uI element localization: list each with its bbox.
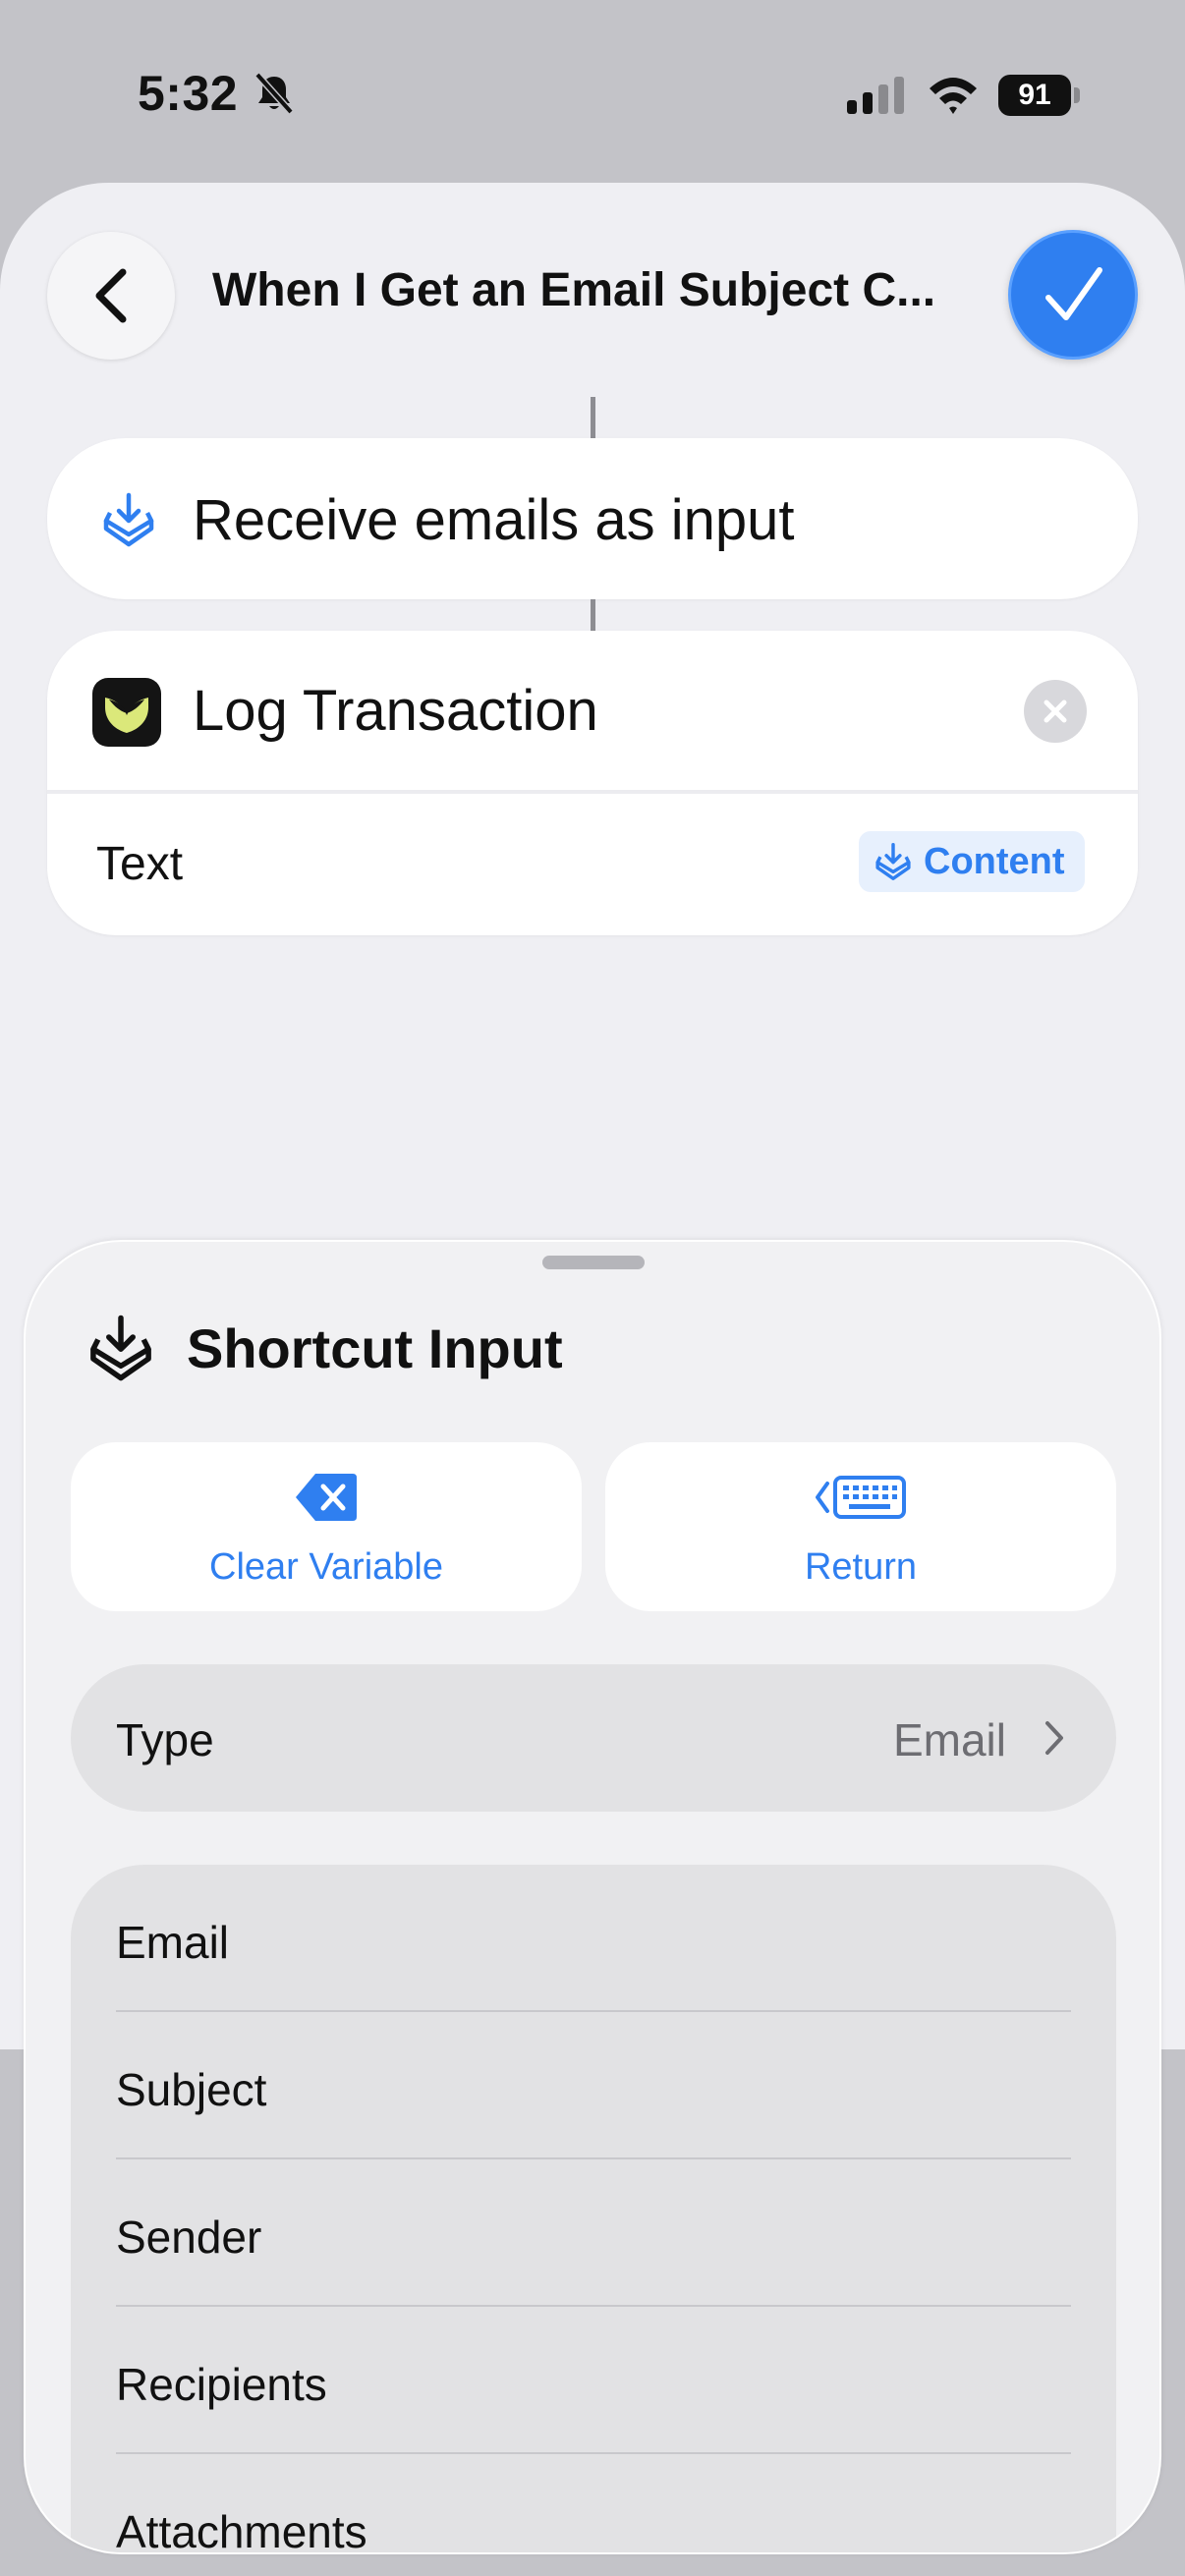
app-icon bbox=[92, 678, 161, 747]
status-time: 5:32 bbox=[138, 66, 239, 121]
close-icon bbox=[1044, 700, 1067, 723]
shortcut-input-icon bbox=[90, 1315, 151, 1381]
type-label: Type bbox=[116, 1714, 214, 1765]
log-action-label: Log Transaction bbox=[193, 679, 598, 743]
property-item-recipients[interactable]: Recipients bbox=[116, 2307, 1071, 2454]
property-item-attachments[interactable]: Attachments bbox=[116, 2454, 1071, 2554]
divider bbox=[47, 790, 1138, 794]
signal-icon bbox=[847, 77, 904, 114]
done-button[interactable] bbox=[1008, 230, 1138, 360]
property-label: Attachments bbox=[116, 2506, 367, 2554]
property-label: Subject bbox=[116, 2064, 267, 2115]
status-bar: 5:32 91 bbox=[0, 0, 1185, 187]
property-list: Email Subject Sender Recipients Attachme… bbox=[71, 1865, 1116, 2554]
checkmark-icon bbox=[1045, 267, 1102, 320]
leaf-logo-icon bbox=[105, 698, 148, 733]
clear-variable-label: Clear Variable bbox=[209, 1546, 443, 1588]
chevron-right-icon bbox=[1045, 1721, 1063, 1755]
chevron-left-icon bbox=[95, 268, 127, 323]
property-label: Sender bbox=[116, 2212, 262, 2263]
shortcut-input-icon bbox=[103, 492, 154, 547]
property-item-subject[interactable]: Subject bbox=[116, 2012, 1071, 2159]
battery-indicator: 91 bbox=[998, 75, 1081, 116]
return-button[interactable]: Return bbox=[605, 1442, 1116, 1611]
flow-connector bbox=[591, 599, 595, 631]
battery-level: 91 bbox=[998, 75, 1071, 116]
bell-slash-icon bbox=[254, 72, 294, 115]
property-item-sender[interactable]: Sender bbox=[116, 2159, 1071, 2307]
type-value: Email bbox=[892, 1714, 1006, 1765]
log-transaction-action[interactable]: Log Transaction Text Content bbox=[47, 631, 1138, 935]
keyboard-return-icon bbox=[816, 1476, 906, 1519]
variable-sheet: Shortcut Input Clear Variable Return Typ… bbox=[24, 1240, 1161, 2554]
clear-variable-button[interactable]: Clear Variable bbox=[71, 1442, 582, 1611]
remove-action-button[interactable] bbox=[1024, 680, 1087, 743]
wifi-icon bbox=[930, 78, 977, 114]
battery-tip bbox=[1074, 87, 1080, 103]
property-item-email[interactable]: Email bbox=[116, 1865, 1071, 2012]
sheet-grabber[interactable] bbox=[542, 1256, 645, 1269]
content-token-label: Content bbox=[924, 840, 1065, 882]
content-variable-token[interactable]: Content bbox=[859, 831, 1085, 892]
type-selector[interactable]: Type Email bbox=[71, 1664, 1116, 1812]
shortcut-input-icon bbox=[875, 843, 911, 880]
text-parameter-label: Text bbox=[96, 838, 184, 890]
sheet-title: Shortcut Input bbox=[187, 1317, 563, 1379]
receive-emails-action[interactable]: Receive emails as input bbox=[47, 438, 1138, 599]
shortcut-title[interactable]: When I Get an Email Subject C... bbox=[212, 263, 969, 317]
delete-backward-icon bbox=[296, 1474, 357, 1521]
return-label: Return bbox=[804, 1546, 918, 1588]
back-button[interactable] bbox=[47, 232, 175, 360]
property-label: Email bbox=[116, 1917, 230, 1968]
flow-connector bbox=[591, 397, 595, 438]
receive-action-label: Receive emails as input bbox=[193, 488, 795, 552]
property-label: Recipients bbox=[116, 2359, 327, 2410]
